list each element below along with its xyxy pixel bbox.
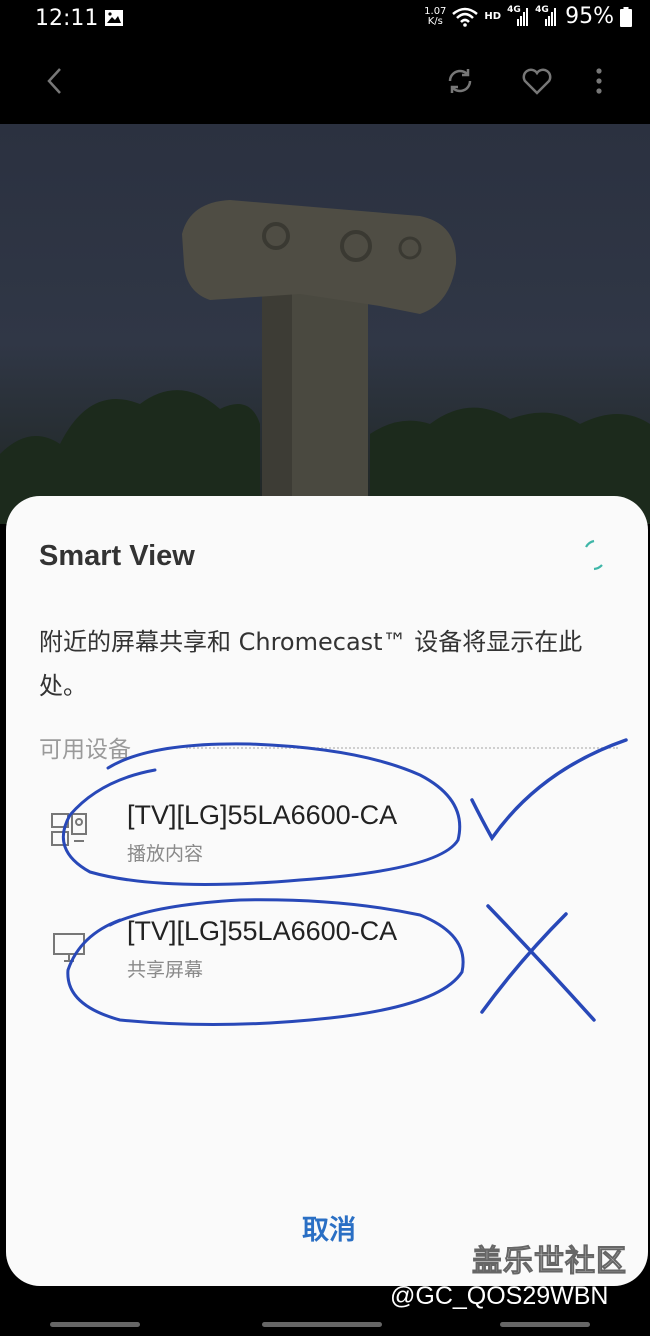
battery-icon [620,6,632,27]
cast-content-icon [51,813,87,846]
net-speed-unit: K/s [427,15,443,27]
viewer-toolbar [0,40,650,124]
status-time: 12:11 [35,6,99,31]
watermark-user: @GC_QOS29WBN [390,1282,609,1310]
nav-indicator [50,1322,140,1327]
photo-background [0,124,650,524]
back-icon[interactable] [38,64,72,98]
device-item[interactable]: [TV][LG]55LA6600-CA 共享屏幕 [6,902,648,1002]
rotate-icon[interactable] [443,64,477,98]
watermark-site: 盖乐世社区 [472,1244,627,1280]
status-bar: 12:11 1.07 K/s HD 4G 4G 95% [0,0,650,40]
device-name: [TV][LG]55LA6600-CA [127,916,398,946]
net-speed-value: 1.07 [424,5,447,17]
smart-view-dialog: Smart View 附近的屏幕共享和 Chromecast™ 设备将显示在此处… [6,496,648,1286]
screen-mirror-icon [53,933,85,962]
section-divider [186,747,618,749]
device-subtitle: 共享屏幕 [127,959,204,981]
device-name: [TV][LG]55LA6600-CA [127,800,398,830]
wifi-icon [452,7,479,27]
dialog-title: Smart View [39,540,195,572]
heart-icon[interactable] [520,64,554,98]
battery-percent: 95% [565,4,614,29]
nav-indicator [262,1322,382,1327]
device-item[interactable]: [TV][LG]55LA6600-CA 播放内容 [6,786,648,886]
column-photo [0,200,650,524]
loading-spinner-icon [585,539,603,571]
status-right: 1.07 K/s HD 4G 4G 95% [424,4,632,29]
device-subtitle: 播放内容 [127,843,204,865]
available-devices-label: 可用设备 [39,737,131,763]
dialog-description: 附近的屏幕共享和 Chromecast™ 设备将显示在此处。 [39,628,583,700]
network-speed: 1.07 K/s [424,5,447,27]
hd-label: HD [484,11,502,22]
gallery-icon [105,10,123,26]
cancel-button[interactable]: 取消 [264,1208,394,1247]
signal-icon: 4G [535,5,557,27]
more-icon[interactable] [582,64,616,98]
signal-icon: 4G [507,5,529,27]
nav-indicator [500,1322,590,1327]
